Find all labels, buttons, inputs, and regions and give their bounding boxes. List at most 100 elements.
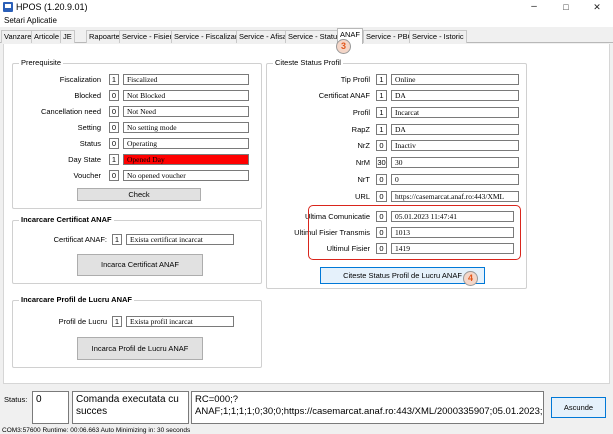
status-value: 30 [391,157,519,168]
url-value: https://casemarcat.anaf.ro:443/XML [391,191,519,202]
prereq-label: Status [79,139,101,148]
status-code: 0 [376,191,387,202]
tab-service-istoric[interactable]: Service - Istoric [409,30,467,43]
certificat-group: Incarcare Certificat ANAF Certificat ANA… [12,215,262,284]
tab-je[interactable]: JE [60,30,75,43]
certificat-value: Exista certificat incarcat [126,234,234,245]
status-response-line2: ANAF;1;1;1;1;0;30;0;https://casemarcat.a… [195,406,543,417]
status-label: RapZ [351,125,370,134]
tab-vanzare[interactable]: Vanzare [1,30,35,43]
status-label: NrM [355,158,370,167]
prereq-code: 1 [109,74,119,85]
status-code: 0 [376,140,387,151]
status-label: URL [354,192,370,201]
status-value: DA [391,124,519,135]
status-label: Profil [352,108,370,117]
prereq-value: Not Need [123,106,249,117]
citeste-status-label: Citeste Status Profil de Lucru ANAF [343,271,462,280]
minimize-button[interactable]: – [519,0,549,14]
ascunde-button[interactable]: Ascunde [551,397,606,418]
status-code: 1 [376,107,387,118]
prereq-label: Voucher [73,171,101,180]
incarca-certificat-label: Incarca Certificat ANAF [101,260,179,269]
profil-value: Exista profil incarcat [126,316,234,327]
status-label: NrT [357,175,371,184]
certificat-label: Certificat ANAF: [53,235,107,244]
status-value: Inactiv [391,140,519,151]
prereq-label: Cancellation need [40,107,101,116]
status-code: 30 [376,157,387,168]
step-badge-4: 4 [463,271,478,286]
ascunde-label: Ascunde [563,403,594,412]
prereq-code: 0 [109,170,119,181]
status-message-line2: succes [76,406,108,417]
tab-rapoarte[interactable]: Rapoarte [86,30,123,43]
check-button-label: Check [128,190,150,199]
tab-service-fiscalizare[interactable]: Service - Fiscalizare [171,30,245,43]
status-bar: Status: 0 Comanda executata cu succes RC… [0,387,613,427]
status-code: 0 [376,174,387,185]
prereq-code: 0 [109,138,119,149]
status-code: 1 [376,124,387,135]
incarca-profil-label: Incarca Profil de Lucru ANAF [91,344,189,353]
prereq-code: 0 [109,122,119,133]
profil-group: Incarcare Profil de Lucru ANAF Profil de… [12,295,262,368]
menu-setari-aplicatie[interactable]: Setari Aplicatie [4,16,57,25]
prereq-value: Operating [123,138,249,149]
status-label: Status: [4,395,28,404]
title-bar: HPOS (1.20.9.01) – □ ✕ [0,0,613,14]
maximize-button[interactable]: □ [551,0,581,14]
tab-strip: Vanzare Articole JE Rapoarte Service - F… [0,28,613,44]
status-response-line1: RC=000;? [195,394,239,405]
status-label: NrZ [357,141,371,150]
status-value: 0 [391,174,519,185]
tab-articole[interactable]: Articole [31,30,63,43]
status-label: Certificat ANAF [318,91,370,100]
app-icon [3,2,13,12]
status-value: Incarcat [391,107,519,118]
menu-bar: Setari Aplicatie [0,14,613,27]
status-value: DA [391,90,519,101]
status-value: Online [391,74,519,85]
incarca-certificat-button[interactable]: Incarca Certificat ANAF [77,254,203,276]
profil-code: 1 [112,316,122,327]
highlight-box [308,205,521,260]
prerequisite-group: Prerequisite Fiscalization 1 Fiscalized … [12,58,262,209]
prereq-label: Blocked [74,91,101,100]
tab-service-afisaj[interactable]: Service - Afisaj [236,30,292,43]
prereq-code: 1 [109,154,119,165]
status-message-field: Comanda executata cu succes [72,391,189,424]
prereq-code: 0 [109,106,119,117]
prereq-value: Not Blocked [123,90,249,101]
citeste-title: Citeste Status Profil [273,58,343,67]
anaf-panel: Prerequisite Fiscalization 1 Fiscalized … [3,44,610,384]
status-label: Tip Profil [340,75,370,84]
prereq-value: No opened voucher [123,170,249,181]
close-button[interactable]: ✕ [582,0,612,14]
check-button[interactable]: Check [77,188,201,201]
profil-label: Profil de Lucru [58,317,107,326]
prereq-code: 0 [109,90,119,101]
prereq-value: No setting mode [123,122,249,133]
certificat-title: Incarcare Certificat ANAF [19,215,114,224]
citeste-status-button[interactable]: Citeste Status Profil de Lucru ANAF [320,267,485,284]
status-message-line1: Comanda executata cu [76,394,179,405]
prerequisite-title: Prerequisite [19,58,64,67]
prereq-label: Day State [68,155,101,164]
status-code: 1 [376,74,387,85]
footer-status: COM3:57600 Runtime: 00:06.663 Auto Minim… [2,427,191,434]
citeste-status-group: Citeste Status Profil Tip Profil 1 Onlin… [266,58,527,289]
window-title: HPOS (1.20.9.01) [16,2,88,12]
step-badge-3: 3 [336,39,351,54]
status-code-field: 0 [32,391,69,424]
incarca-profil-button[interactable]: Incarca Profil de Lucru ANAF [77,337,203,360]
profil-title: Incarcare Profil de Lucru ANAF [19,295,134,304]
prereq-label: Setting [77,123,101,132]
prereq-value: Fiscalized [123,74,249,85]
status-response-field: RC=000;? ANAF;1;1;1;1;0;30;0;https://cas… [191,391,544,424]
status-code: 1 [376,90,387,101]
tab-service-status[interactable]: Service - Status [285,30,344,43]
day-state-value: Opened Day [123,154,249,165]
certificat-code: 1 [112,234,122,245]
prereq-label: Fiscalization [59,75,101,84]
